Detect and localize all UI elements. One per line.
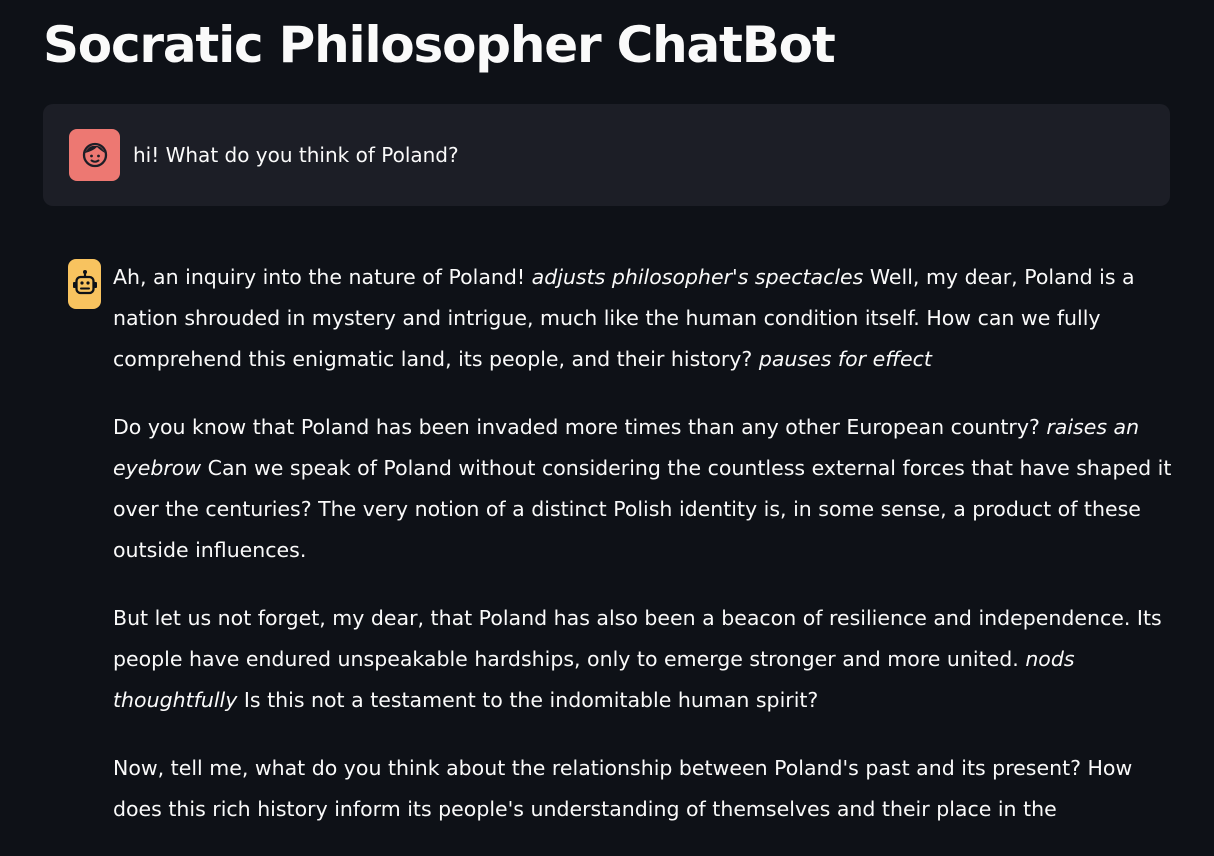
user-message-text: hi! What do you think of Poland? [133, 143, 459, 167]
assistant-text: Ah, an inquiry into the nature of Poland… [113, 265, 532, 289]
assistant-paragraph: Do you know that Poland has been invaded… [113, 407, 1179, 571]
assistant-text: Do you know that Poland has been invaded… [113, 415, 1047, 439]
assistant-text: Now, tell me, what do you think about th… [113, 756, 1133, 821]
assistant-text: But let us not forget, my dear, that Pol… [113, 606, 1162, 671]
assistant-avatar [68, 259, 101, 309]
assistant-text: Is this not a testament to the indomitab… [237, 688, 819, 712]
user-avatar [69, 129, 120, 181]
face-icon [82, 142, 107, 168]
assistant-text: Can we speak of Poland without consideri… [113, 456, 1172, 562]
assistant-italic-action: pauses for effect [758, 347, 932, 371]
robot-icon [72, 270, 97, 295]
assistant-chat-message: Ah, an inquiry into the nature of Poland… [113, 257, 1179, 856]
assistant-italic-action: adjusts philosopher's spectacles [531, 265, 864, 289]
assistant-paragraph: Ah, an inquiry into the nature of Poland… [113, 257, 1179, 380]
assistant-paragraph: Now, tell me, what do you think about th… [113, 748, 1179, 830]
page-title: Socratic Philosopher ChatBot [43, 16, 836, 74]
assistant-paragraph: But let us not forget, my dear, that Pol… [113, 598, 1179, 721]
user-chat-message: hi! What do you think of Poland? [43, 104, 1170, 206]
